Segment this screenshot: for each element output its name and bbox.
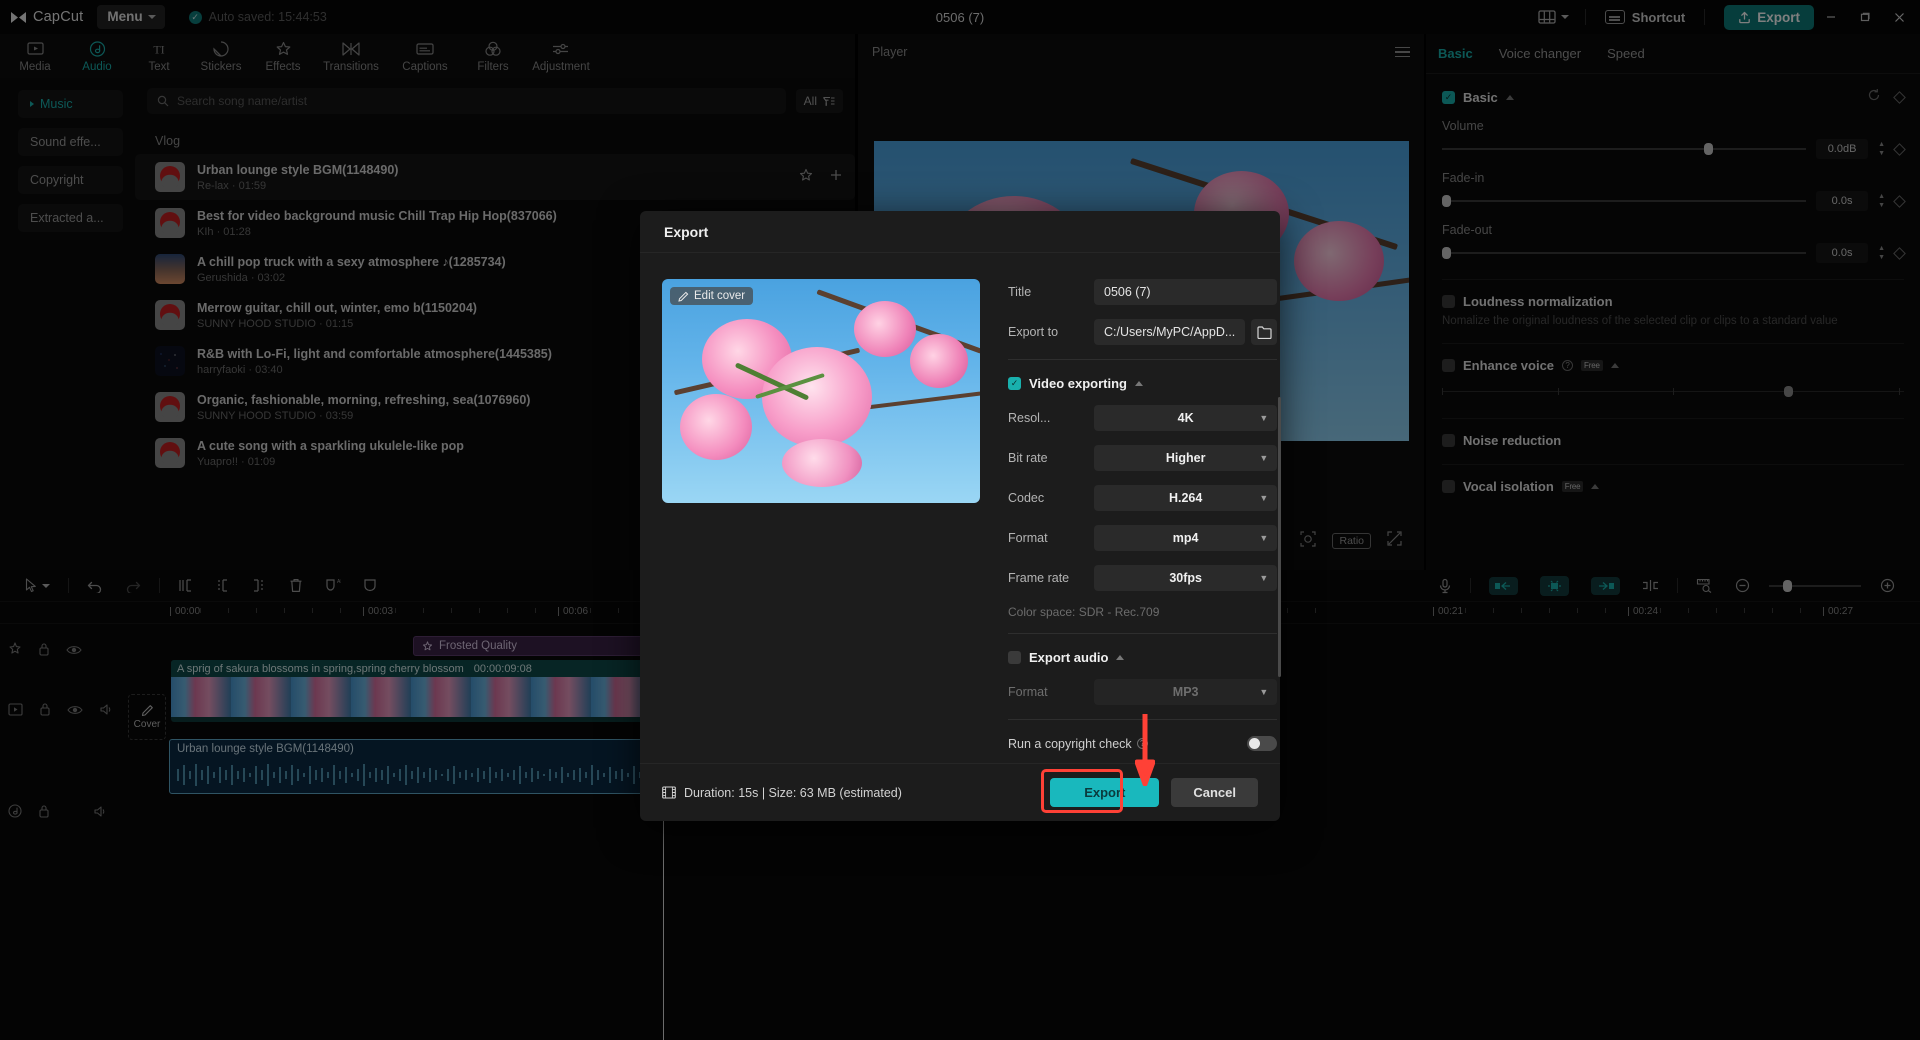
bitrate-select[interactable]: Higher ▼: [1094, 445, 1277, 471]
edit-cover-button[interactable]: Edit cover: [670, 287, 753, 305]
chevron-down-icon: ▼: [1259, 687, 1268, 697]
pencil-icon: [678, 291, 689, 302]
export-to-label: Export to: [1008, 325, 1094, 339]
export-to-input[interactable]: C:/Users/MyPC/AppD...: [1094, 319, 1245, 345]
export-audio-title: Export audio: [1029, 650, 1108, 665]
cover-thumbnail: Edit cover: [662, 279, 980, 503]
title-input[interactable]: 0506 (7): [1094, 279, 1277, 305]
framerate-select[interactable]: 30fps ▼: [1094, 565, 1277, 591]
export-button-highlight: [1041, 769, 1123, 813]
copyright-check-label: Run a copyright check: [1008, 737, 1132, 751]
audio-format-label: Format: [1008, 685, 1094, 699]
export-dialog-footer: Duration: 15s | Size: 63 MB (estimated) …: [640, 763, 1280, 821]
chevron-down-icon: ▼: [1259, 573, 1268, 583]
chevron-down-icon: ▼: [1259, 533, 1268, 543]
chevron-down-icon: ▼: [1259, 453, 1268, 463]
audio-format-select[interactable]: MP3 ▼: [1094, 679, 1277, 705]
folder-icon: [1257, 326, 1272, 339]
export-dialog: Export Edit cover: [640, 211, 1280, 821]
framerate-label: Frame rate: [1008, 571, 1094, 585]
video-exporting-checkbox[interactable]: ✓: [1008, 377, 1021, 390]
resolution-select[interactable]: 4K ▼: [1094, 405, 1277, 431]
bitrate-label: Bit rate: [1008, 451, 1094, 465]
video-exporting-title: Video exporting: [1029, 376, 1127, 391]
codec-select[interactable]: H.264 ▼: [1094, 485, 1277, 511]
title-label: Title: [1008, 285, 1094, 299]
chevron-down-icon: ▼: [1259, 413, 1268, 423]
color-space-text: Color space: SDR - Rec.709: [1008, 605, 1277, 619]
film-icon: [662, 786, 676, 799]
dialog-scrollbar[interactable]: [1278, 397, 1281, 677]
framerate-value: 30fps: [1169, 571, 1202, 585]
export-dialog-title: Export: [640, 211, 1280, 253]
resolution-label: Resol...: [1008, 411, 1094, 425]
bitrate-row: Bit rate Higher ▼: [1008, 445, 1277, 471]
title-field-row: Title 0506 (7): [1008, 279, 1277, 305]
audio-format-row: Format MP3 ▼: [1008, 679, 1277, 705]
dialog-cancel-button[interactable]: Cancel: [1171, 778, 1258, 807]
format-value: mp4: [1173, 531, 1199, 545]
export-audio-checkbox[interactable]: [1008, 651, 1021, 664]
export-dialog-body: Edit cover Title 0506 (7) Export to C:/U…: [640, 253, 1280, 763]
codec-value: H.264: [1169, 491, 1202, 505]
bitrate-value: Higher: [1166, 451, 1206, 465]
format-label: Format: [1008, 531, 1094, 545]
codec-row: Codec H.264 ▼: [1008, 485, 1277, 511]
duration-text: Duration: 15s | Size: 63 MB (estimated): [684, 786, 902, 800]
format-row: Format mp4 ▼: [1008, 525, 1277, 551]
annotation-arrow: [1135, 714, 1155, 786]
resolution-value: 4K: [1178, 411, 1194, 425]
export-to-row: Export to C:/Users/MyPC/AppD...: [1008, 319, 1277, 345]
divider: [1008, 633, 1277, 634]
divider: [1008, 359, 1277, 360]
browse-folder-button[interactable]: [1251, 319, 1277, 345]
framerate-row: Frame rate 30fps ▼: [1008, 565, 1277, 591]
codec-label: Codec: [1008, 491, 1094, 505]
chevron-up-icon[interactable]: [1116, 655, 1124, 660]
edit-cover-label: Edit cover: [694, 290, 745, 302]
format-select[interactable]: mp4 ▼: [1094, 525, 1277, 551]
cover-thumbnail-area: Edit cover: [662, 279, 982, 763]
export-form: Title 0506 (7) Export to C:/Users/MyPC/A…: [982, 279, 1277, 763]
video-exporting-header: ✓ Video exporting: [1008, 376, 1277, 391]
copyright-check-toggle[interactable]: [1247, 736, 1277, 751]
export-audio-header: Export audio: [1008, 650, 1277, 665]
chevron-down-icon: ▼: [1259, 493, 1268, 503]
resolution-row: Resol... 4K ▼: [1008, 405, 1277, 431]
audio-format-value: MP3: [1173, 685, 1199, 699]
capcut-window: CapCut Menu ✓ Auto saved: 15:44:53 0506 …: [0, 0, 1920, 1040]
chevron-up-icon[interactable]: [1135, 381, 1143, 386]
duration-info: Duration: 15s | Size: 63 MB (estimated): [662, 786, 902, 800]
